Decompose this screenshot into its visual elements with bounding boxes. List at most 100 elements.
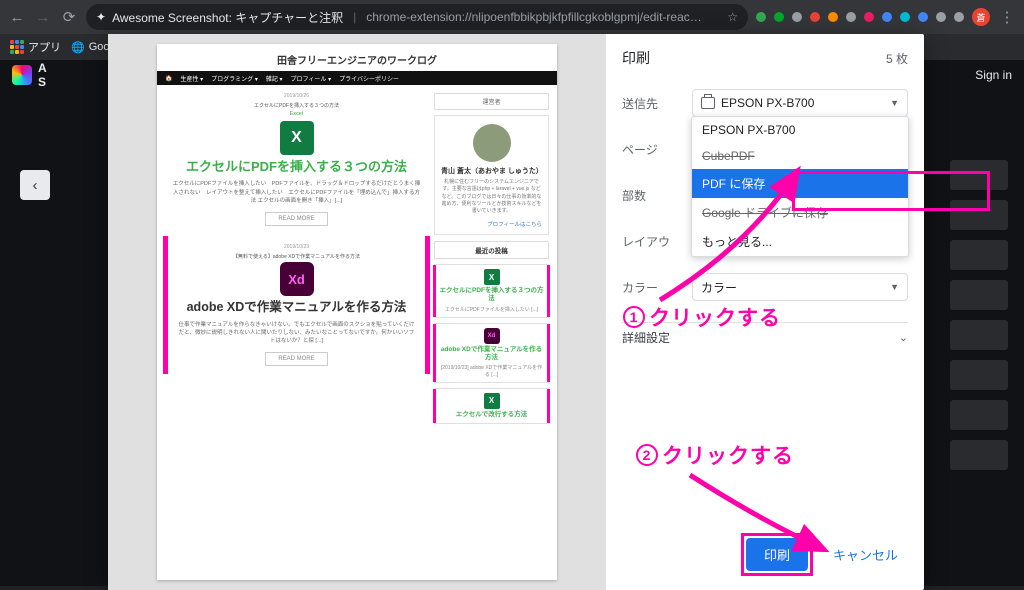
dropdown-option[interactable]: CubePDF — [692, 143, 908, 169]
destination-label: 送信先 — [622, 95, 692, 112]
extension-icons: 蒼 ⋮ — [756, 8, 1016, 26]
nav-item: 生産性 ▾ — [180, 74, 203, 83]
color-label: カラー — [622, 279, 692, 296]
ext-icon[interactable] — [936, 12, 946, 22]
preview-page: 田舎フリーエンジニアのワークログ 🏠 生産性 ▾ プログラミング ▾ 雑記 ▾ … — [157, 44, 557, 580]
profile-avatar[interactable]: 蒼 — [972, 8, 990, 26]
sidebar-badge: 運営者 — [434, 93, 549, 110]
editor-back-button[interactable]: ‹ — [20, 170, 50, 200]
destination-select[interactable]: EPSON PX-B700 ▼ EPSON PX-B700 CubePDF PD… — [692, 89, 908, 117]
panel-row[interactable] — [950, 200, 1008, 230]
annotation-number: 1 — [623, 306, 645, 328]
nav-item: プログラミング ▾ — [211, 74, 258, 83]
dropdown-option[interactable]: Google ドライブに保存 — [692, 198, 908, 227]
panel-row[interactable] — [950, 320, 1008, 350]
copies-label: 部数 — [622, 187, 692, 204]
ext-icon[interactable] — [828, 12, 838, 22]
printer-icon — [701, 97, 715, 109]
annotation-number: 2 — [636, 444, 658, 466]
panel-row[interactable] — [950, 160, 1008, 190]
ext-icon[interactable] — [864, 12, 874, 22]
nav-item: プロフィール ▾ — [291, 74, 332, 83]
excel-icon — [280, 121, 314, 155]
sheet-count: 5 枚 — [886, 50, 908, 67]
recent-posts-heading: 最近の投稿 — [434, 241, 549, 259]
dropdown-option-selected[interactable]: PDF に保存 — [692, 169, 908, 198]
panel-row[interactable] — [950, 360, 1008, 390]
app-logo-icon — [12, 65, 32, 85]
bookmark-star-icon[interactable]: ☆ — [727, 10, 738, 24]
signin-link[interactable]: Sign in — [975, 68, 1012, 82]
dropdown-option[interactable]: EPSON PX-B700 — [692, 117, 908, 143]
excel-icon — [484, 269, 500, 285]
article-subtitle: 【無料で使える】adobe XDで作業マニュアルを作る方法 — [171, 253, 422, 260]
read-more-button: READ MORE — [265, 352, 327, 366]
apps-icon — [10, 40, 24, 54]
ext-icon[interactable] — [882, 12, 892, 22]
site-title: 田舎フリーエンジニアのワークログ — [157, 44, 557, 71]
excel-icon — [484, 393, 500, 409]
recent-post: エクセルにPDFを挿入する３つの方法 エクセルにPDFファイルを挿入したい [.… — [434, 264, 549, 317]
print-dialog: 田舎フリーエンジニアのワークログ 🏠 生産性 ▾ プログラミング ▾ 雑記 ▾ … — [108, 34, 924, 590]
pages-label: ページ — [622, 141, 692, 158]
address-bar[interactable]: ✦ Awesome Screenshot: キャプチャーと注釈 | chrome… — [86, 4, 748, 30]
nav-item: 雑記 ▾ — [266, 74, 283, 83]
recent-excerpt: エクセルにPDFファイルを挿入したい [...] — [439, 306, 544, 313]
article-body: エクセルにPDFファイルを挿入したい PDFファイルを、ドラッグ＆ドロップするだ… — [165, 180, 428, 205]
ext-icon[interactable] — [792, 12, 802, 22]
recent-post: adobe XDで作業マニュアルを作る方法 [2019/10/23] adobe… — [434, 323, 549, 383]
print-button[interactable]: 印刷 — [746, 538, 808, 571]
profile-link: プロフィールはこちら — [441, 220, 542, 228]
annotation-1: 1 クリックする — [623, 302, 781, 332]
article-date: 2019/10/23 — [171, 244, 422, 250]
xd-icon — [484, 328, 500, 344]
extension-icon: ✦ — [96, 10, 106, 24]
article-heading: adobe XDで作業マニュアルを作る方法 — [171, 300, 422, 316]
author-card: 青山 蒼太（あおやま しゅうた） 札幌に住むフリーのシステムエンジニアです。主要… — [434, 115, 549, 235]
author-name: 青山 蒼太（あおやま しゅうた） — [441, 166, 542, 176]
annotation-2: 2 クリックする — [636, 440, 794, 470]
ext-icon[interactable] — [918, 12, 928, 22]
recent-title: エクセルで改行する方法 — [439, 411, 544, 419]
apps-shortcut[interactable]: アプリ — [10, 39, 61, 55]
cancel-button[interactable]: キャンセル — [823, 533, 908, 576]
menu-icon[interactable]: ⋮ — [998, 8, 1016, 26]
annotation-highlight-box: 印刷 — [741, 533, 813, 576]
ext-icon[interactable] — [756, 12, 766, 22]
editor-side-panel — [944, 150, 1024, 586]
ext-icon[interactable] — [846, 12, 856, 22]
ext-icon[interactable] — [774, 12, 784, 22]
annotation-text: クリックする — [662, 440, 794, 470]
color-select[interactable]: カラー ▼ — [692, 273, 908, 301]
color-value: カラー — [701, 279, 737, 296]
app-name: AS — [38, 61, 47, 89]
apps-label: アプリ — [28, 39, 61, 55]
author-bio: 札幌に住むフリーのシステムエンジニアです。主要な言語はphp + laravel… — [441, 179, 542, 215]
chevron-down-icon: ▼ — [890, 282, 899, 292]
panel-row[interactable] — [950, 240, 1008, 270]
article-date: 2019/10/26 — [165, 93, 428, 99]
browser-toolbar: ← → ⟳ ✦ Awesome Screenshot: キャプチャーと注釈 | … — [0, 0, 1024, 34]
recent-post: エクセルで改行する方法 — [434, 388, 549, 424]
read-more-button: READ MORE — [265, 212, 327, 226]
article-heading: エクセルにPDFを挿入する３つの方法 — [165, 159, 428, 175]
article-body: 仕事で作業マニュアルを作らなきゃいけない。でもエクセルで画面のスクショを貼ってい… — [171, 321, 422, 346]
reload-button[interactable]: ⟳ — [60, 8, 78, 26]
forward-button: → — [34, 8, 52, 26]
nav-item: 🏠 — [165, 75, 172, 82]
panel-row[interactable] — [950, 440, 1008, 470]
recent-title: adobe XDで作業マニュアルを作る方法 — [439, 346, 544, 362]
panel-row[interactable] — [950, 280, 1008, 310]
nav-item: プライバシーポリシー — [339, 74, 399, 83]
dropdown-option-more[interactable]: もっと見る... — [692, 227, 908, 256]
site-nav: 🏠 生産性 ▾ プログラミング ▾ 雑記 ▾ プロフィール ▾ プライバシーポリ… — [157, 71, 557, 85]
ext-icon[interactable] — [900, 12, 910, 22]
annotation-text: クリックする — [649, 302, 781, 332]
recent-excerpt: [2019/10/23] adobe XDで作業マニュアルを作る [...] — [439, 364, 544, 378]
article-category: Excel — [165, 111, 428, 117]
ext-icon[interactable] — [954, 12, 964, 22]
chevron-down-icon: ⌄ — [899, 331, 908, 344]
back-button[interactable]: ← — [8, 8, 26, 26]
ext-icon[interactable] — [810, 12, 820, 22]
panel-row[interactable] — [950, 400, 1008, 430]
